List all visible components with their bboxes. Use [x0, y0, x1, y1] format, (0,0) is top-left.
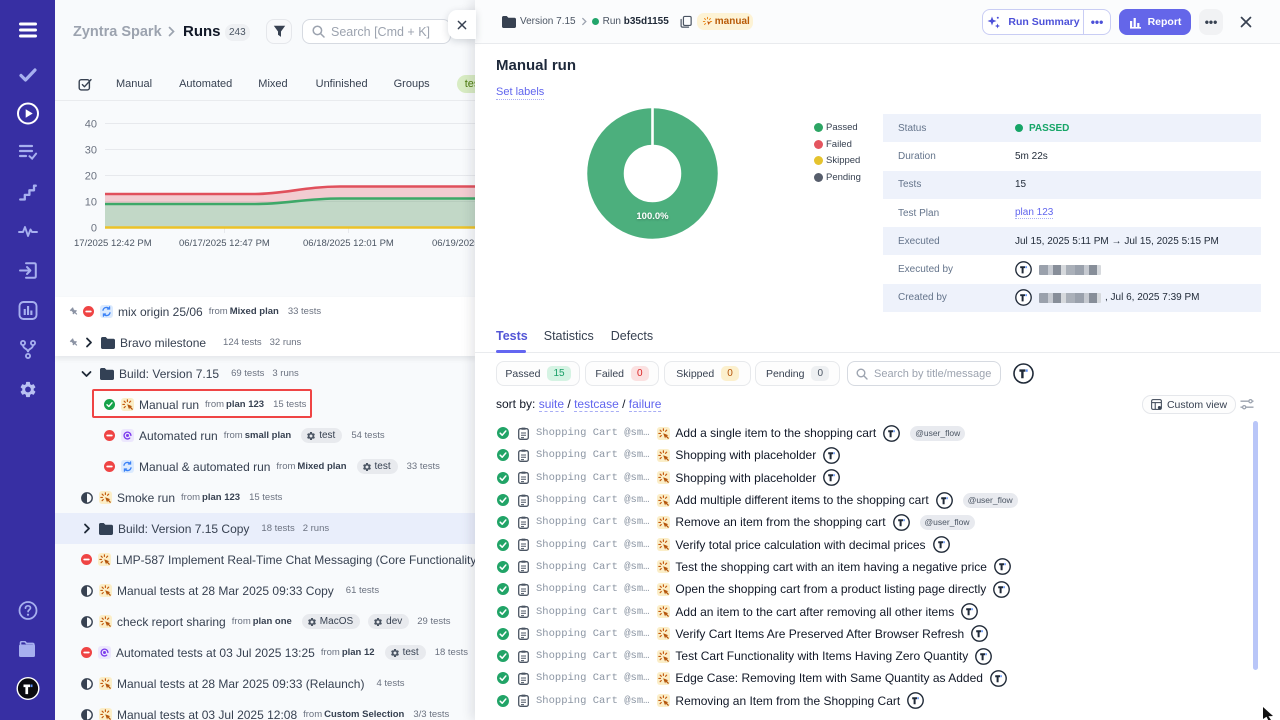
svg-text:20: 20 — [85, 171, 97, 183]
svg-text:10: 10 — [85, 197, 97, 209]
svg-text:0: 0 — [91, 223, 97, 235]
svg-text:30: 30 — [85, 145, 97, 157]
svg-text:40: 40 — [85, 119, 97, 131]
svg-text:100.0%: 100.0% — [636, 211, 669, 222]
